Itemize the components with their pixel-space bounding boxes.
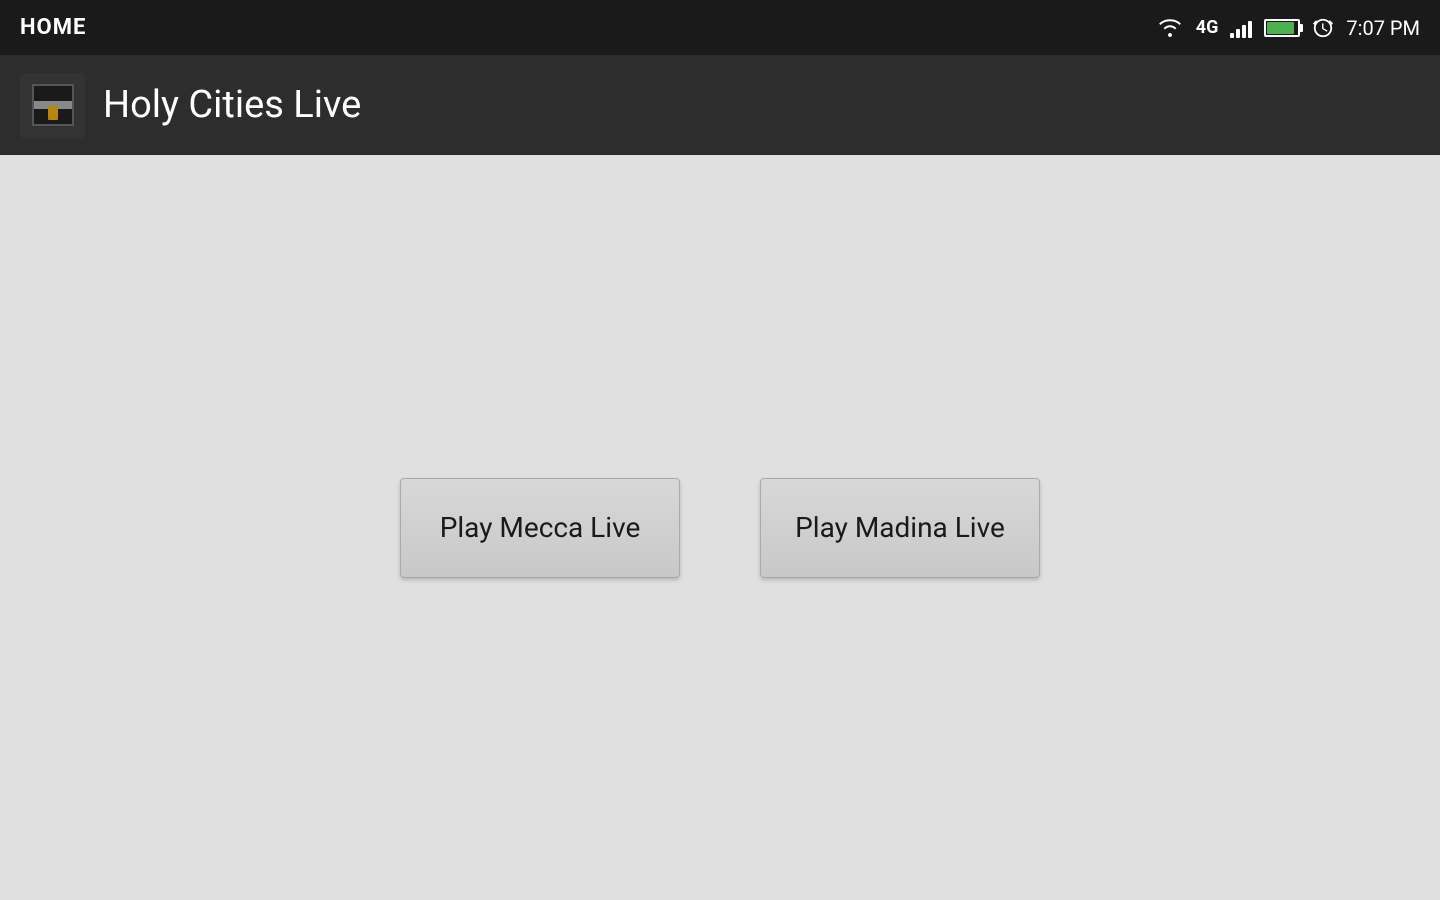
play-madina-button[interactable]: Play Madina Live — [760, 478, 1040, 578]
status-icons: 4G 7:07 PM — [1156, 16, 1420, 40]
time-display: 7:07 PM — [1346, 16, 1420, 40]
play-mecca-button[interactable]: Play Mecca Live — [400, 478, 680, 578]
app-icon — [20, 73, 85, 138]
battery-icon — [1264, 19, 1300, 37]
home-label: HOME — [20, 15, 86, 40]
app-bar: Holy Cities Live — [0, 55, 1440, 155]
main-content: Play Mecca Live Play Madina Live — [0, 155, 1440, 900]
signal-strength-icon — [1230, 18, 1252, 38]
app-title: Holy Cities Live — [103, 83, 361, 127]
status-bar: HOME 4G — [0, 0, 1440, 55]
wifi-icon — [1156, 17, 1184, 39]
network-4g-badge: 4G — [1196, 17, 1219, 38]
alarm-icon — [1312, 17, 1334, 39]
